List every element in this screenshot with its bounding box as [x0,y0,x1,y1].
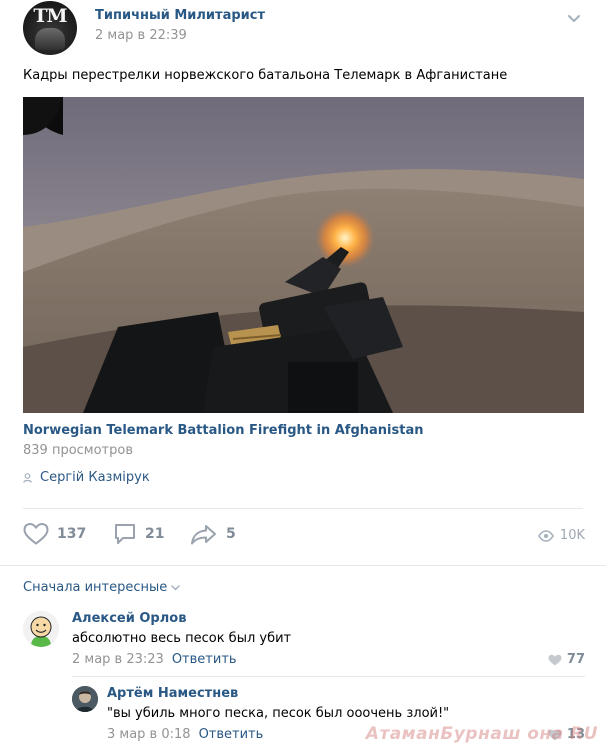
share-count: 5 [226,526,236,542]
comment-button[interactable]: 21 [113,522,164,546]
share-icon [191,525,216,545]
post-signer[interactable]: Сергій Казмірук [23,470,150,485]
post-header: TM Типичный Милитарист 2 мар в 22:39 [23,1,583,55]
views-count: 10K [559,528,585,543]
divider [72,676,585,677]
video-views: 839 просмотров [23,443,133,458]
comment-text: "вы убиль много песка, песок был ооочень… [107,706,450,721]
comment-like-button[interactable]: 77 [548,652,585,667]
post-text: Кадры перестрелки норвежского батальона … [23,68,508,83]
comments-sort-dropdown[interactable]: Сначала интересные [23,580,180,595]
comment-date[interactable]: 2 мар в 23:23 [72,652,164,667]
commenter-name[interactable]: Алексей Орлов [72,611,186,626]
like-button[interactable]: 137 [23,522,86,546]
divider [0,565,606,566]
reply-button[interactable]: Ответить [199,727,264,742]
community-name[interactable]: Типичный Милитарист [95,8,265,23]
community-avatar[interactable]: TM [23,1,77,55]
like-icon [23,522,49,545]
post-card: TM Типичный Милитарист 2 мар в 22:39 Кад… [0,0,606,750]
comment-meta: 3 мар в 0:18 Ответить [107,727,263,742]
comment-text: абсолютно весь песок был убит [72,631,292,646]
user-icon [23,472,32,483]
like-count: 137 [57,526,87,542]
comment-date[interactable]: 3 мар в 0:18 [107,727,191,742]
comment-icon [115,524,135,544]
chevron-down-icon [171,584,180,590]
signer-name[interactable]: Сергій Казмірук [40,470,150,485]
reply-button[interactable]: Ответить [172,652,237,667]
views-counter: 10K [538,528,585,543]
eye-icon [538,529,554,542]
video-title[interactable]: Norwegian Telemark Battalion Firefight i… [23,423,423,438]
divider [23,508,583,509]
avatar-logo-text: TM [33,5,67,27]
share-button[interactable]: 5 [190,522,236,546]
avatar-soldier-shape [35,28,65,50]
comments-sort-label: Сначала интересные [23,580,168,595]
commenter-name[interactable]: Артём Наместнев [107,686,238,701]
comment-like-count: 77 [566,652,585,667]
watermark: АтаманБурнаш она RU [365,724,598,744]
comment: Алексей Орлов абсолютно весь песок был у… [23,611,585,671]
video-thumbnail[interactable] [23,97,584,413]
commenter-avatar[interactable] [72,686,98,712]
comment-count: 21 [145,526,165,542]
post-date[interactable]: 2 мар в 22:39 [95,28,187,43]
post-actions: 137 21 5 10K [23,522,585,552]
heart-small-icon [548,654,562,665]
comment-meta: 2 мар в 23:23 Ответить [72,652,237,667]
commenter-avatar[interactable] [23,611,59,647]
chevron-down-icon[interactable] [567,11,581,25]
